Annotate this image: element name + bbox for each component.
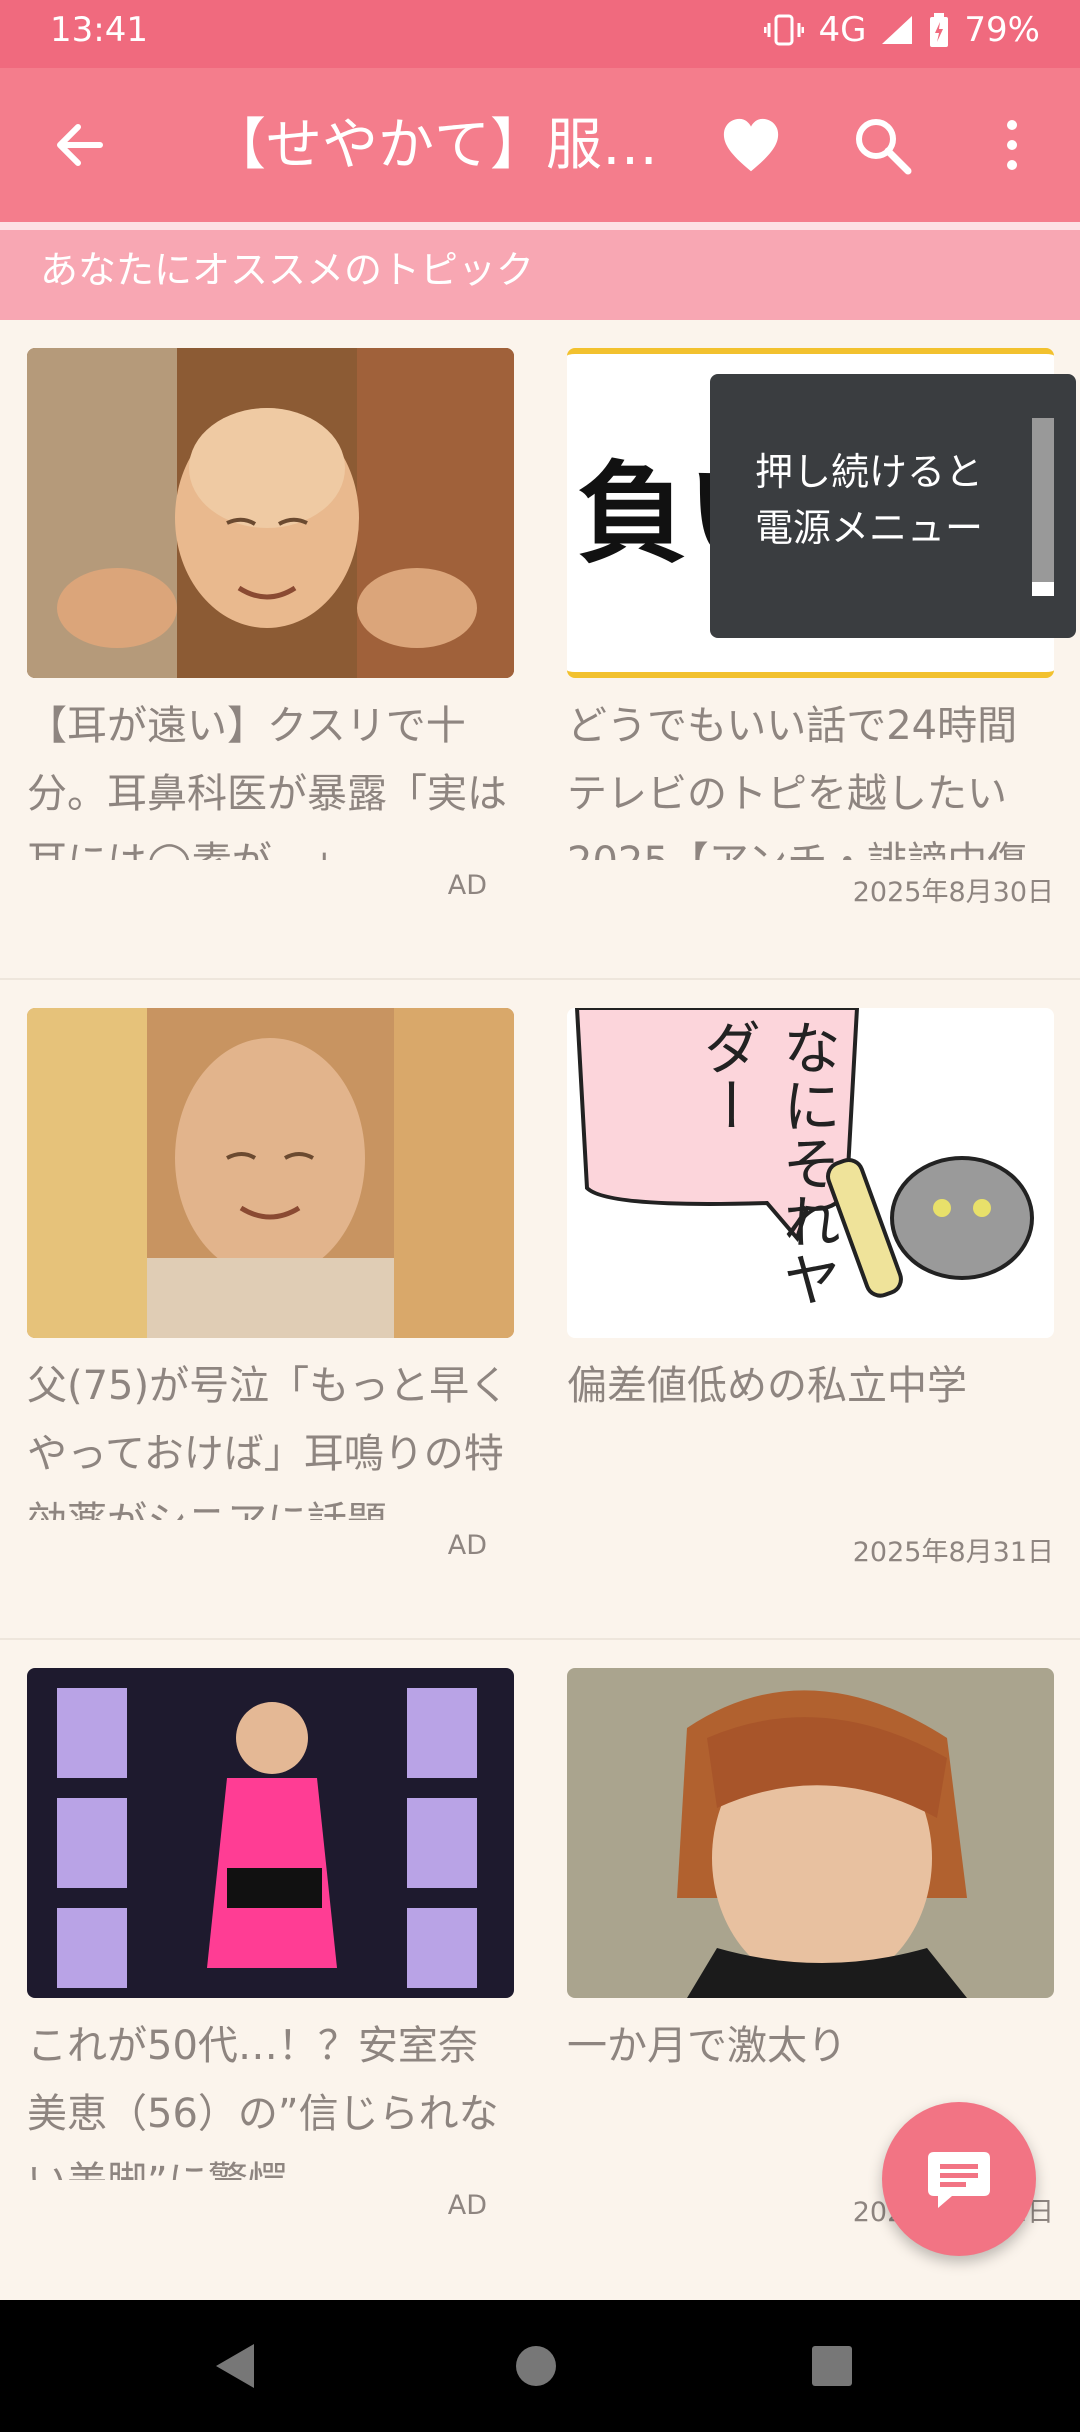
more-vert-icon[interactable] bbox=[990, 113, 1034, 177]
thumbnail-text: なにそれヤダー bbox=[693, 1018, 841, 1308]
arrow-back-icon[interactable] bbox=[48, 113, 112, 177]
system-nav-bar bbox=[0, 2300, 1080, 2432]
search-icon[interactable] bbox=[850, 113, 914, 177]
heart-icon[interactable] bbox=[720, 115, 782, 177]
card-caption: 偏差値低めの私立中学 bbox=[567, 1363, 967, 1409]
page-title: 【せやかて】服部… bbox=[210, 113, 680, 178]
card-caption: これが50代…！？安室奈美恵（56）の”信じられない美脚”に驚愕 bbox=[27, 2023, 499, 2180]
vibrate-icon bbox=[764, 14, 805, 46]
card-thumbnail bbox=[27, 1668, 514, 1998]
card-thumbnail bbox=[27, 348, 514, 678]
nav-back-icon[interactable] bbox=[210, 2340, 260, 2392]
section-header: あなたにオススメのトピック bbox=[0, 230, 1080, 320]
app-bar-divider bbox=[0, 222, 1080, 230]
card-ad[interactable]: これが50代…！？安室奈美恵（56）の”信じられない美脚”に驚愕 AD bbox=[27, 1640, 514, 2300]
card-caption: 父(75)が号泣「もっと早くやっておけば」耳鳴りの特効薬がシニアに話題 bbox=[27, 1363, 510, 1520]
card-ad[interactable]: 父(75)が号泣「もっと早くやっておけば」耳鳴りの特効薬がシニアに話題 AD bbox=[27, 980, 514, 1640]
card-row: 父(75)が号泣「もっと早くやっておけば」耳鳴りの特効薬がシニアに話題 AD な… bbox=[0, 980, 1080, 1640]
card-topic[interactable]: なにそれヤダー 偏差値低めの私立中学 2025年8月31日 bbox=[567, 980, 1054, 1640]
card-date: 2025年8月30日 bbox=[852, 877, 1054, 908]
status-bar: 13:41 4G 79% bbox=[0, 0, 1080, 68]
ad-label: AD bbox=[447, 870, 487, 901]
power-menu-tooltip: 押し続けると 電源メニュー bbox=[710, 374, 1076, 638]
tooltip-text: 押し続けると 電源メニュー bbox=[755, 450, 984, 550]
battery-level: 79% bbox=[964, 10, 1040, 50]
card-caption: 【耳が遠い】クスリで十分。耳鼻科医が暴露「実は耳には◯素が…」 bbox=[27, 703, 507, 860]
battery-icon bbox=[930, 13, 949, 47]
chat-fab-button[interactable] bbox=[882, 2102, 1036, 2256]
chat-icon bbox=[928, 2152, 990, 2208]
ad-label: AD bbox=[447, 2190, 487, 2221]
card-thumbnail bbox=[27, 1008, 514, 1338]
card-thumbnail: なにそれヤダー bbox=[567, 1008, 1054, 1338]
ad-label: AD bbox=[447, 1530, 487, 1561]
card-ad[interactable]: 【耳が遠い】クスリで十分。耳鼻科医が暴露「実は耳には◯素が…」 AD bbox=[27, 320, 514, 980]
app-bar: 【せやかて】服部… bbox=[0, 68, 1080, 222]
nav-recents-icon[interactable] bbox=[810, 2344, 854, 2388]
status-icons: 4G 79% bbox=[764, 10, 1040, 50]
section-title: あなたにオススメのトピック bbox=[40, 248, 535, 292]
card-date: 2025年8月31日 bbox=[852, 1537, 1054, 1568]
signal-icon bbox=[882, 16, 913, 44]
card-caption: どうでもいい話で24時間テレビのトピを越したい2025【アンチ・誹謗中傷 bbox=[567, 703, 1027, 860]
nav-home-icon[interactable] bbox=[514, 2344, 558, 2388]
tooltip-progress bbox=[1032, 418, 1054, 596]
status-time: 13:41 bbox=[50, 10, 148, 50]
card-thumbnail bbox=[567, 1668, 1054, 1998]
network-type: 4G bbox=[818, 10, 867, 50]
